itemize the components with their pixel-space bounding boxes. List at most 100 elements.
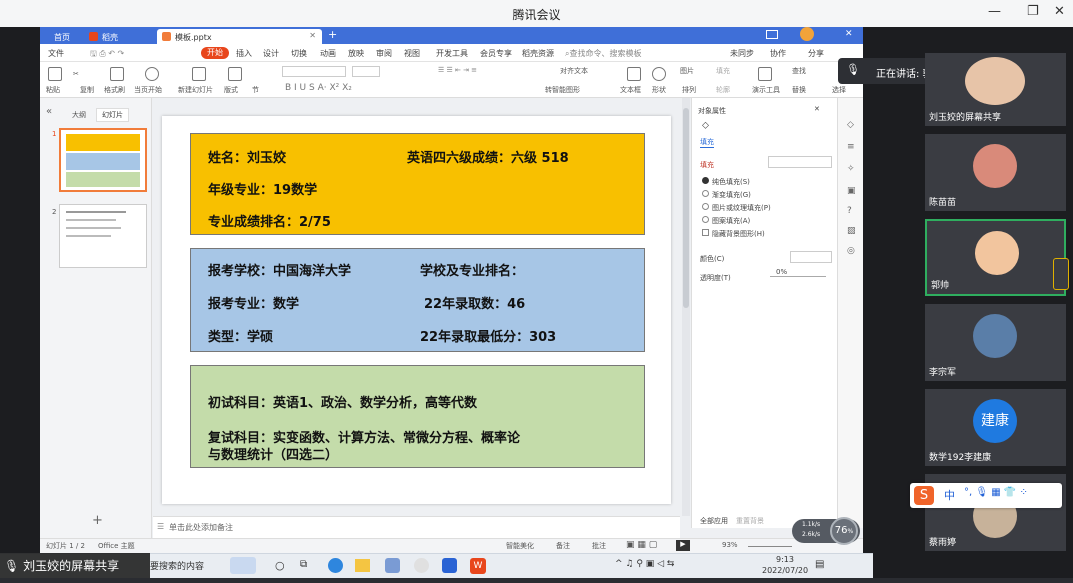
new-slide-icon[interactable] (192, 67, 206, 81)
shape-button[interactable]: 形状 (652, 85, 666, 95)
format-painter-button[interactable]: 格式刷 (104, 85, 125, 95)
paragraph-icons[interactable]: ☰ ☰ ⇤ ⇥ ≡ (438, 66, 477, 74)
network-widget[interactable]: 1.1k/s 2.6k/s 76% (792, 517, 860, 545)
ime-tool-icons[interactable]: °, 🎙 ▦ 👕 ⁘ (964, 487, 1028, 498)
tab-home[interactable]: 首页 (46, 29, 76, 44)
from-current-button[interactable]: 当页开始 (134, 85, 162, 95)
select-button[interactable]: 选择 (832, 85, 846, 95)
theme-name[interactable]: Office 主题 (98, 541, 135, 551)
menu-start[interactable]: 开始 (201, 47, 229, 59)
canvas-scrollbar[interactable] (682, 98, 690, 516)
tab-file[interactable]: 模板.pptx ✕ (157, 29, 322, 44)
slide-thumbnail-1[interactable] (59, 128, 147, 192)
pin-icon[interactable]: ✧ (847, 164, 855, 174)
edge-icon[interactable] (328, 558, 343, 573)
tab-daoke[interactable]: 稻壳 (84, 29, 124, 44)
picture-fill-radio[interactable] (702, 203, 709, 210)
menu-vip[interactable]: 会员专享 (480, 48, 512, 59)
zoom-level[interactable]: 93% (722, 541, 738, 549)
section-button[interactable]: 节 (252, 85, 259, 95)
command-search[interactable]: ⌕查找命令、搜索模板 (565, 48, 641, 59)
apply-all-button[interactable]: 全部应用 (700, 516, 728, 526)
outline-button[interactable]: 轮廓 (716, 85, 730, 95)
shape-icon[interactable] (652, 67, 666, 81)
pattern-radio[interactable] (702, 216, 709, 223)
maximize-icon[interactable]: ❐ (1027, 4, 1039, 19)
zoom-slider[interactable] (748, 546, 792, 547)
quick-access-icons[interactable]: 🖫 ⎙ ↶ ↷ (90, 48, 124, 62)
location-icon[interactable]: ◎ (847, 246, 855, 256)
image-icon[interactable]: ▨ (847, 226, 856, 236)
tab-close-icon[interactable]: ✕ (309, 31, 316, 40)
textbox-button[interactable]: 文本框 (620, 85, 641, 95)
task-view-icon[interactable]: ⧉ (300, 559, 307, 570)
play-icon[interactable] (145, 67, 159, 81)
participant-tile-screen-share[interactable]: 刘玉姣的屏幕共享 (925, 53, 1066, 126)
user-avatar[interactable] (800, 27, 814, 41)
copy-icon[interactable]: ▣ (847, 186, 856, 196)
collab-button[interactable]: 协作 (770, 48, 786, 59)
close-icon[interactable]: ✕ (1054, 4, 1065, 19)
file-explorer-icon[interactable] (355, 559, 370, 572)
tab-slides[interactable]: 幻灯片 (96, 108, 129, 122)
paste-button[interactable]: 粘贴 (46, 85, 60, 95)
minimize-icon[interactable]: — (988, 4, 1001, 19)
replace-button[interactable]: 替换 (792, 85, 806, 95)
weather-icon[interactable] (230, 557, 256, 574)
view-mode-icons[interactable]: ▣ ▦ ▢ (626, 540, 657, 550)
present-tools-icon[interactable] (758, 67, 772, 81)
fill-button[interactable]: 填充 (716, 66, 730, 76)
paste-icon[interactable] (48, 67, 62, 81)
store-icon[interactable] (385, 558, 400, 573)
shape-tool-icon[interactable]: ◇ (847, 120, 854, 130)
fill-tab-icon[interactable]: ⬦ (702, 120, 709, 131)
menu-insert[interactable]: 插入 (236, 48, 252, 59)
scrollbar-thumb[interactable] (683, 108, 689, 308)
align-text-button[interactable]: 对齐文本 (560, 66, 588, 76)
tencent-meeting-icon[interactable] (442, 558, 457, 573)
notification-icon[interactable]: ▤ (815, 559, 824, 570)
color-picker[interactable] (790, 251, 832, 263)
help-icon[interactable]: ? (847, 206, 852, 216)
textbox-icon[interactable] (627, 67, 641, 81)
menu-animation[interactable]: 动画 (320, 48, 336, 59)
menu-devtools[interactable]: 开发工具 (436, 48, 468, 59)
collapse-pane-button[interactable]: « (46, 106, 52, 117)
wps-taskbar-icon[interactable]: W (470, 558, 486, 574)
sync-status[interactable]: 未同步 (730, 48, 754, 59)
font-name-select[interactable] (282, 66, 346, 77)
play-slideshow-icon[interactable]: ▶ (676, 540, 690, 551)
copy-button[interactable]: 复制 (80, 85, 94, 95)
new-tab-icon[interactable]: + (328, 28, 337, 41)
slide-thumbnail-2[interactable] (59, 204, 147, 268)
ime-mode[interactable]: 中 (944, 487, 955, 503)
picture-button[interactable]: 图片 (680, 66, 694, 76)
transparency-slider[interactable] (770, 276, 826, 277)
layout-icon[interactable] (228, 67, 242, 81)
notes-toggle[interactable]: 备注 (556, 541, 570, 551)
menu-review[interactable]: 审阅 (376, 48, 392, 59)
app-icon[interactable] (414, 558, 429, 573)
menu-transition[interactable]: 切换 (291, 48, 307, 59)
ime-toolbar[interactable]: S 中 °, 🎙 ▦ 👕 ⁘ (910, 483, 1062, 508)
smart-shape-button[interactable]: 转智能图形 (545, 85, 580, 95)
font-size-select[interactable] (352, 66, 380, 77)
fill-select[interactable] (768, 156, 832, 168)
tab-outline[interactable]: 大纲 (72, 110, 86, 120)
share-button[interactable]: 分享 (808, 48, 824, 59)
participant-tile-chenmiaomiao[interactable]: 陈苗苗 (925, 134, 1066, 211)
layout-icon[interactable] (766, 30, 778, 39)
font-format-icons[interactable]: B I U S A· X² X₂ (285, 83, 352, 93)
menu-file[interactable]: 文件 (48, 48, 64, 59)
find-button[interactable]: 查找 (792, 66, 806, 76)
menu-design[interactable]: 设计 (263, 48, 279, 59)
cortana-icon[interactable]: ○ (275, 559, 285, 572)
cut-icon[interactable]: ✂ (73, 70, 79, 78)
new-slide-button[interactable]: 新建幻灯片 (178, 85, 213, 95)
solid-radio[interactable] (702, 177, 709, 184)
sogou-icon[interactable]: S (914, 486, 934, 505)
comment-toggle[interactable]: 批注 (592, 541, 606, 551)
menu-resources[interactable]: 稻壳资源 (522, 48, 554, 59)
wps-close-icon[interactable]: ✕ (845, 29, 853, 39)
present-tools-button[interactable]: 演示工具 (752, 85, 780, 95)
